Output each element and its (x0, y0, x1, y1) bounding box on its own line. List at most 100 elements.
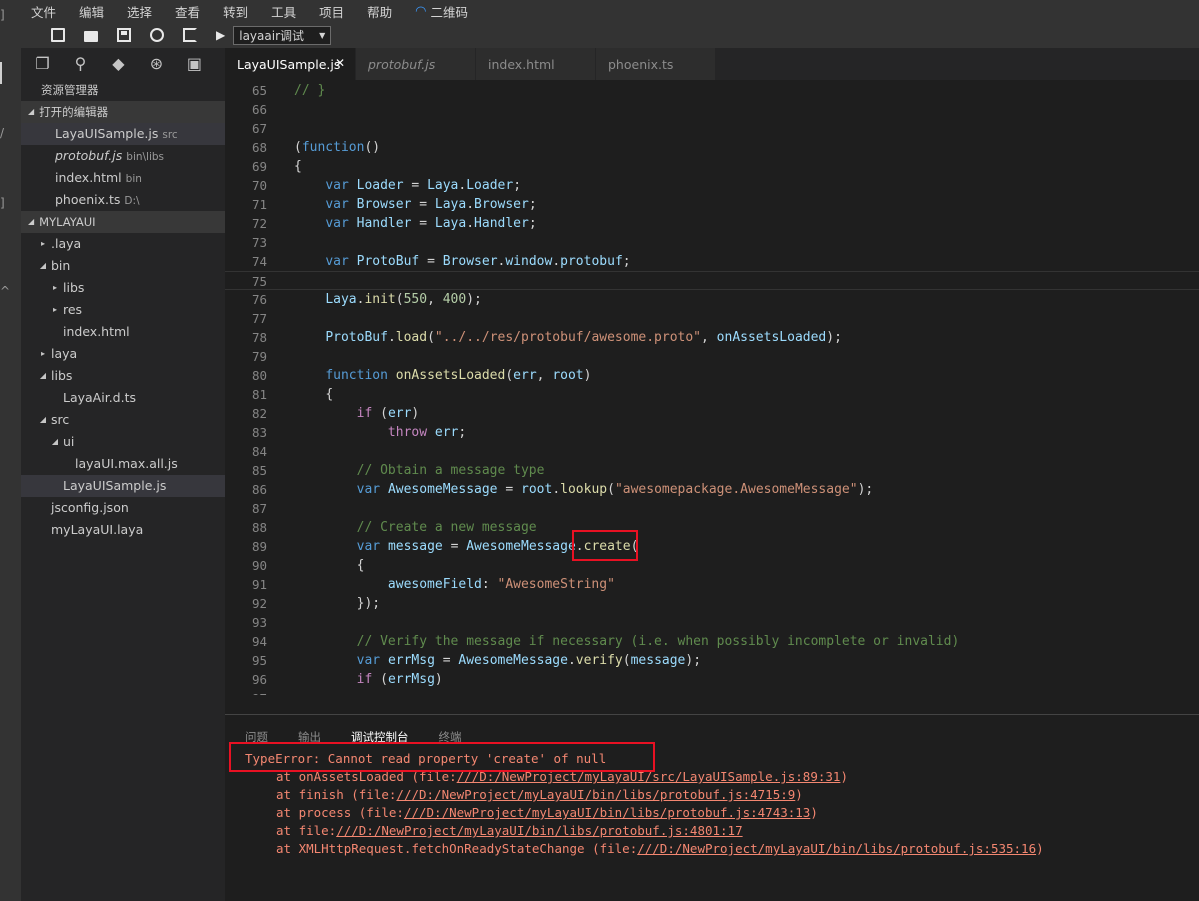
debug-config-value: layaair调试 (239, 28, 304, 43)
tab-phoenix[interactable]: phoenix.ts (596, 48, 716, 80)
menu-tools[interactable]: 工具 (271, 2, 296, 21)
code-line: 74 var ProtoBuf = Browser.window.protobu… (251, 254, 631, 269)
menu-view[interactable]: 查看 (175, 2, 200, 21)
code-line: 90 { (251, 558, 365, 573)
sidebar: ❐ ⚲ ◆ ⊛ ▣ 资源管理器 ◢ 打开的编辑器 LayaUISample.js… (21, 48, 225, 901)
stack-frame: at process (file:///D:/NewProject/myLaya… (276, 805, 818, 820)
wifi-icon: ◠ (415, 3, 427, 19)
git-icon[interactable]: ◆ (111, 55, 126, 73)
tree-item[interactable]: ◢ src (21, 409, 225, 431)
menu-bar: 文件 编辑 选择 查看 转到 工具 项目 帮助 ◠ 二维码 (21, 0, 1199, 22)
stack-link[interactable]: ///D:/NewProject/myLayaUI/bin/libs/proto… (336, 823, 742, 838)
stack-link[interactable]: ///D:/NewProject/myLayaUI/bin/libs/proto… (404, 805, 810, 820)
menu-help[interactable]: 帮助 (367, 2, 392, 21)
tree-item[interactable]: myLayaUI.laya (21, 519, 225, 541)
twisty-icon: ◢ (39, 261, 47, 270)
code-line: 73 (251, 235, 267, 250)
open-editor-item[interactable]: index.html bin (21, 167, 225, 189)
new-file-icon[interactable] (51, 28, 65, 42)
stack-link[interactable]: ///D:/NewProject/myLayaUI/bin/libs/proto… (637, 841, 1036, 856)
twisty-icon: ◢ (39, 415, 47, 424)
tree-item[interactable]: jsconfig.json (21, 497, 225, 519)
debug-config-select[interactable]: layaair调试 ▼ (233, 25, 332, 45)
tree-item[interactable]: ◢ bin (21, 255, 225, 277)
open-editor-item[interactable]: LayaUISample.js src (21, 123, 225, 145)
activity-strip: ] / ] ^ (0, 0, 21, 901)
tree-item[interactable]: LayaUISample.js (21, 475, 225, 497)
code-line: 85 // Obtain a message type (251, 463, 545, 478)
code-editor[interactable]: 65// } 66 67 68 (function() 69{ 70 var Lo… (225, 80, 1199, 695)
stack-frame: at XMLHttpRequest.fetchOnReadyStateChang… (276, 841, 1044, 856)
open-editors-title: 打开的编辑器 (39, 105, 109, 119)
editor-tab-bar: LayaUISample.js ✕ protobuf.js index.html… (225, 48, 1199, 80)
tree-item[interactable]: ▸ res (21, 299, 225, 321)
toolbar: ▶ layaair调试 ▼ (21, 22, 1199, 48)
debug-icon[interactable]: ⊛ (149, 55, 164, 73)
menu-project[interactable]: 项目 (319, 2, 344, 21)
code-line: 71 var Browser = Laya.Browser; (251, 197, 537, 212)
stack-frame: at file:///D:/NewProject/myLayaUI/bin/li… (276, 823, 743, 838)
tree-item[interactable]: ◢ ui (21, 431, 225, 453)
code-line: 67 (251, 121, 267, 136)
open-editor-item[interactable]: protobuf.js bin\libs (21, 145, 225, 167)
strip-mark: ] (0, 196, 5, 210)
code-line: 88 // Create a new message (251, 520, 537, 535)
tree-item[interactable]: index.html (21, 321, 225, 343)
tab-protobuf[interactable]: protobuf.js (356, 48, 476, 80)
settings-icon[interactable] (150, 28, 164, 42)
code-line: 77 (251, 311, 267, 326)
code-line: 91 awesomeField: "AwesomeString" (251, 577, 615, 592)
tab-layauisample[interactable]: LayaUISample.js ✕ (225, 48, 356, 80)
menu-edit[interactable]: 编辑 (79, 2, 104, 21)
active-indicator (0, 62, 2, 84)
menu-goto[interactable]: 转到 (223, 2, 248, 21)
code-line: 89 var message = AwesomeMessage.create( (251, 539, 639, 554)
create-call-highlight (572, 530, 638, 561)
debug-config-icon[interactable] (183, 28, 197, 42)
code-line: 97 (225, 689, 1199, 695)
tree-item[interactable]: LayaAir.d.ts (21, 387, 225, 409)
collapse-icon: ◢ (28, 217, 35, 226)
code-line: 94 // Verify the message if necessary (i… (251, 634, 960, 649)
twisty-icon: ▸ (52, 305, 57, 314)
strip-mark: / (0, 126, 5, 140)
menu-qrcode[interactable]: ◠ 二维码 (415, 2, 468, 21)
open-folder-icon[interactable] (84, 30, 98, 42)
sidebar-icon-bar: ❐ ⚲ ◆ ⊛ ▣ (21, 48, 225, 80)
project-header[interactable]: ◢ MYLAYAUI (21, 211, 225, 233)
tree-item[interactable]: ▸ laya (21, 343, 225, 365)
play-icon[interactable]: ▶ (216, 28, 225, 42)
code-line: 80 function onAssetsLoaded(err, root) (251, 368, 592, 383)
error-highlight (229, 742, 655, 772)
strip-mark: ^ (0, 284, 11, 298)
code-line: 84 (251, 444, 267, 459)
search-icon[interactable]: ⚲ (73, 55, 88, 73)
tree-item[interactable]: ▸ .laya (21, 233, 225, 255)
twisty-icon: ◢ (51, 437, 59, 446)
tab-index-html[interactable]: index.html (476, 48, 596, 80)
code-line: 72 var Handler = Laya.Handler; (251, 216, 537, 231)
code-line: 75 (225, 271, 1199, 290)
close-icon[interactable]: ✕ (335, 56, 345, 70)
code-line: 82 if (err) (251, 406, 420, 421)
code-line: 70 var Loader = Laya.Loader; (251, 178, 522, 193)
extensions-icon[interactable]: ▣ (187, 55, 202, 73)
code-line: 86 var AwesomeMessage = root.lookup("awe… (251, 482, 874, 497)
code-line: 95 var errMsg = AwesomeMessage.verify(me… (251, 653, 702, 668)
collapse-icon: ◢ (28, 107, 35, 116)
twisty-icon: ▸ (40, 349, 45, 358)
code-line: 81 { (251, 387, 334, 402)
stack-link[interactable]: ///D:/NewProject/myLayaUI/bin/libs/proto… (396, 787, 795, 802)
tree-item[interactable]: ▸ libs (21, 277, 225, 299)
menu-file[interactable]: 文件 (31, 2, 56, 21)
open-editor-item[interactable]: phoenix.ts D:\ (21, 189, 225, 211)
code-line: 87 (251, 501, 267, 516)
explorer-icon[interactable]: ❐ (35, 55, 50, 73)
open-editors-header[interactable]: ◢ 打开的编辑器 (21, 101, 225, 123)
tree-item[interactable]: ◢ libs (21, 365, 225, 387)
tree-item[interactable]: layaUI.max.all.js (21, 453, 225, 475)
code-line: 78 ProtoBuf.load("../../res/protobuf/awe… (251, 330, 842, 345)
save-icon[interactable] (117, 28, 131, 42)
code-line: 69{ (251, 159, 302, 174)
menu-selection[interactable]: 选择 (127, 2, 152, 21)
